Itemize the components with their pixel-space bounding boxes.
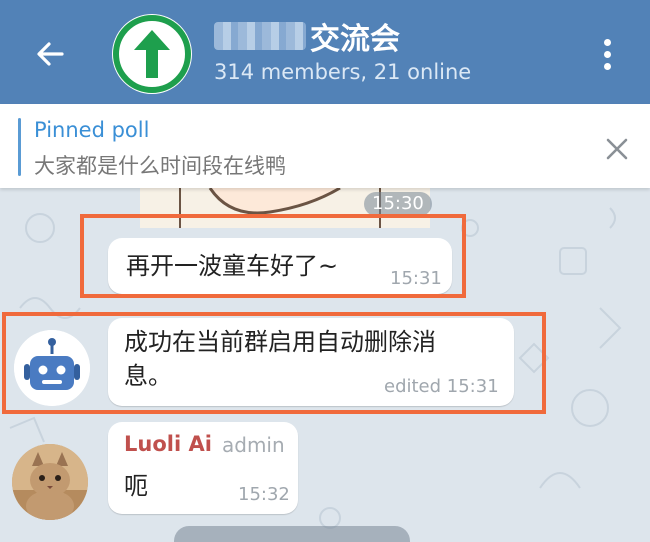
message-text: 呃 — [124, 472, 148, 500]
back-button[interactable] — [26, 30, 74, 78]
message-time: edited 15:31 — [384, 376, 499, 397]
message-time: 15:32 — [238, 484, 290, 505]
close-icon[interactable] — [598, 130, 636, 168]
robot-icon — [14, 330, 90, 406]
group-title-text: 交流会 — [310, 22, 400, 57]
service-message-pill — [174, 526, 410, 542]
message-bubble[interactable]: Luoli Ai admin 呃 15:32 — [108, 422, 298, 514]
chat-header: 交流会 314 members, 21 online — [0, 0, 650, 104]
group-avatar[interactable] — [112, 14, 192, 94]
sticker-timestamp: 15:30 — [364, 192, 432, 216]
message-text-line-2: 息。 — [124, 362, 172, 390]
more-menu-button[interactable] — [590, 30, 624, 78]
group-title[interactable]: 交流会 — [214, 16, 400, 57]
pinned-label: Pinned poll — [34, 118, 150, 142]
group-subtitle: 314 members, 21 online — [214, 60, 472, 84]
message-text-line-1: 成功在当前群启用自动删除消 — [124, 328, 436, 356]
sender-role-badge: admin — [222, 433, 285, 457]
sender-name[interactable]: Luoli Ai — [124, 432, 212, 456]
message-time: 15:31 — [390, 268, 442, 289]
bot-avatar[interactable] — [14, 330, 90, 406]
message-text: 再开一波童车好了~ — [126, 252, 339, 280]
blurred-title-part — [214, 22, 306, 50]
message-bubble[interactable]: 再开一波童车好了~ 15:31 — [108, 238, 452, 294]
message-bubble[interactable]: 成功在当前群启用自动删除消 息。 edited 15:31 — [108, 318, 514, 406]
pinned-text: 大家都是什么时间段在线鸭 — [34, 154, 286, 178]
pinned-message-bar[interactable]: Pinned poll 大家都是什么时间段在线鸭 — [0, 104, 650, 188]
chat-screen: 15:30 交流会 314 members, 21 online Pinned … — [0, 0, 650, 542]
arrow-left-icon — [37, 42, 64, 66]
user-avatar[interactable] — [12, 444, 88, 520]
green-up-arrow-icon — [113, 15, 191, 93]
pinned-accent-line — [18, 118, 21, 176]
cat-avatar — [12, 444, 88, 520]
more-vertical-icon — [603, 38, 611, 46]
